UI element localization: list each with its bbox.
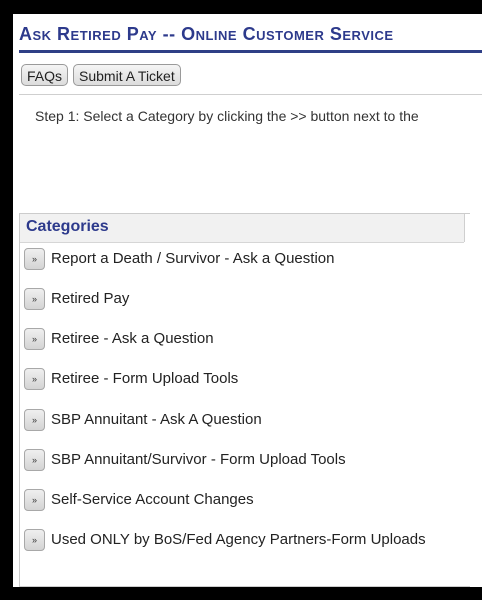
toolbar-divider — [19, 94, 482, 95]
select-arrow-icon[interactable]: » — [24, 409, 45, 432]
page-title: Ask Retired Pay -- Online Customer Servi… — [19, 24, 394, 44]
category-item[interactable]: » Retired Pay — [20, 287, 440, 311]
column-divider — [464, 214, 465, 242]
select-arrow-icon[interactable]: » — [24, 449, 45, 472]
categories-header: Categories — [20, 214, 464, 243]
category-item[interactable]: » Retiree - Ask a Question — [20, 327, 440, 351]
faqs-button[interactable]: FAQs — [21, 64, 69, 86]
category-label: Retiree - Form Upload Tools — [51, 370, 239, 388]
category-label: Report a Death / Survivor - Ask a Questi… — [51, 250, 335, 268]
category-item[interactable]: » Retiree - Form Upload Tools — [20, 367, 440, 391]
categories-panel: Categories » Report a Death / Survivor - … — [19, 213, 470, 587]
title-rule — [19, 50, 482, 53]
category-item[interactable]: » Report a Death / Survivor - Ask a Quest… — [20, 247, 440, 271]
category-label: Used ONLY by BoS/Fed Agency Partners-For… — [51, 531, 426, 549]
select-arrow-icon[interactable]: » — [24, 489, 45, 512]
select-arrow-icon[interactable]: » — [24, 529, 45, 552]
category-item[interactable]: » Used ONLY by BoS/Fed Agency Partners-Fo… — [20, 528, 440, 552]
select-arrow-icon[interactable]: » — [24, 248, 45, 271]
category-item[interactable]: » SBP Annuitant - Ask A Question — [20, 408, 440, 432]
select-arrow-icon[interactable]: » — [24, 288, 45, 311]
category-label: SBP Annuitant/Survivor - Form Upload Too… — [51, 451, 346, 469]
category-item[interactable]: » SBP Annuitant/Survivor - Form Upload To… — [20, 448, 440, 472]
select-arrow-icon[interactable]: » — [24, 368, 45, 391]
instruction-text: Step 1: Select a Category by clicking th… — [35, 108, 419, 124]
category-item[interactable]: » Self-Service Account Changes — [20, 488, 440, 512]
categories-header-label: Categories — [26, 218, 109, 235]
toolbar: FAQs Submit A Ticket — [21, 64, 181, 86]
category-label: Retired Pay — [51, 290, 130, 308]
category-label: SBP Annuitant - Ask A Question — [51, 411, 262, 429]
category-label: Retiree - Ask a Question — [51, 330, 214, 348]
app-frame: Ask Retired Pay -- Online Customer Servi… — [13, 14, 482, 587]
select-arrow-icon[interactable]: » — [24, 328, 45, 351]
category-label: Self-Service Account Changes — [51, 491, 254, 509]
submit-ticket-button[interactable]: Submit A Ticket — [73, 64, 181, 86]
